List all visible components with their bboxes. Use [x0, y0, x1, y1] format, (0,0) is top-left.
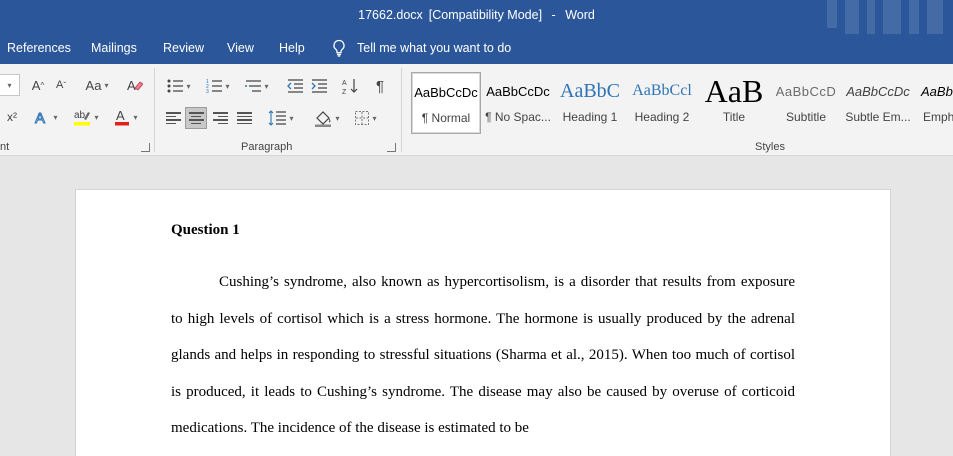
compatibility-mode-label: [Compatibility Mode]: [428, 8, 543, 22]
tab-mailings[interactable]: Mailings: [91, 41, 137, 55]
style-preview: AaB: [704, 72, 764, 109]
superscript-label: x²: [7, 110, 17, 124]
group-separator: [154, 68, 155, 152]
paragraph-group-label: Paragraph: [241, 141, 293, 153]
font-color-icon: A: [115, 108, 130, 126]
style-normal[interactable]: AaBbCcDc ¶ Normal: [411, 72, 481, 134]
group-separator: [401, 68, 402, 152]
align-right-icon: [212, 112, 228, 124]
style-emphasis[interactable]: AaBbCc Emph: [915, 72, 953, 134]
style-preview: AaBbCcD: [775, 83, 837, 99]
show-formatting-marks-icon[interactable]: ¶: [369, 75, 391, 97]
style-name: Subtle Em...: [845, 110, 911, 124]
svg-text:A: A: [116, 108, 125, 123]
title-separator: -: [551, 8, 556, 22]
tab-view[interactable]: View: [227, 41, 254, 55]
decrease-indent-button[interactable]: [284, 75, 306, 97]
question-heading: Question 1: [171, 222, 240, 238]
highlighter-icon: ab: [74, 110, 91, 126]
style-heading-1[interactable]: AaBbC Heading 1: [555, 72, 625, 134]
svg-text:A: A: [127, 78, 136, 93]
svg-text:Z: Z: [342, 89, 347, 95]
style-name: Heading 1: [562, 110, 618, 124]
justify-button[interactable]: [233, 107, 255, 129]
multilevel-list-icon: [245, 80, 262, 92]
sort-icon: AZ: [342, 79, 358, 95]
borders-icon: [355, 111, 370, 125]
paint-bucket-icon: [315, 111, 332, 127]
font-group-label: nt: [0, 141, 10, 153]
superscript-button[interactable]: x²: [3, 107, 21, 127]
line-spacing-button[interactable]: ▾: [264, 107, 298, 129]
tab-review[interactable]: Review: [163, 41, 204, 55]
style-preview: AaBbCcDc: [486, 83, 550, 99]
style-name: ¶ Normal: [421, 111, 471, 125]
svg-text:A: A: [342, 80, 347, 87]
style-preview: AaBbCcDc: [846, 83, 910, 99]
font-color-button[interactable]: A ▾: [109, 107, 143, 127]
center-align-icon: [188, 112, 204, 124]
align-left-icon: [165, 112, 181, 124]
style-subtle-emphasis[interactable]: AaBbCcDc Subtle Em...: [843, 72, 913, 134]
align-left-button[interactable]: [162, 107, 184, 129]
line-spacing-icon: [269, 110, 287, 126]
ribbon-tabs: References Mailings Review View Help Tel…: [0, 34, 953, 64]
styles-group-label: Styles: [755, 141, 785, 153]
tell-me-box[interactable]: Tell me what you want to do: [331, 39, 511, 57]
center-align-button[interactable]: [185, 107, 207, 129]
svg-text:3: 3: [206, 89, 209, 93]
paragraph-dialog-launcher[interactable]: [387, 143, 396, 152]
style-name: Subtitle: [785, 110, 827, 124]
style-heading-2[interactable]: AaBbCcl Heading 2: [627, 72, 697, 134]
style-preview: AaBbCcl: [632, 82, 692, 99]
svg-text:A: A: [35, 110, 45, 125]
shrink-font-icon[interactable]: Aˇ: [51, 75, 71, 95]
numbering-icon: 123: [206, 79, 223, 93]
numbering-button[interactable]: 1 2 3 ▾: [201, 75, 235, 97]
increase-indent-button[interactable]: [308, 75, 330, 97]
style-name: Emph: [923, 110, 953, 124]
decrease-indent-icon: [287, 79, 303, 93]
style-preview: AaBbC: [560, 79, 620, 102]
style-no-spacing[interactable]: AaBbCcDc ¶ No Spac...: [483, 72, 553, 134]
style-name: ¶ No Spac...: [485, 110, 551, 124]
multilevel-list-button[interactable]: ▾: [240, 75, 274, 97]
document-canvas: Question 1 Cushing’s syndrome, also know…: [0, 157, 953, 456]
style-title[interactable]: AaB Title: [699, 72, 769, 134]
app-name: Word: [565, 8, 595, 22]
sort-button[interactable]: AZ: [339, 75, 361, 97]
tab-help[interactable]: Help: [279, 41, 305, 55]
increase-indent-icon: [311, 79, 327, 93]
font-dialog-launcher[interactable]: [141, 143, 150, 152]
clear-formatting-icon[interactable]: A: [124, 75, 146, 95]
highlight-color-button[interactable]: ab ▾: [68, 107, 104, 127]
bullets-button[interactable]: ▾: [163, 75, 195, 97]
tab-references[interactable]: References: [7, 41, 71, 55]
change-case-label: Aa: [85, 77, 102, 93]
grow-font-icon[interactable]: A ^: [27, 75, 49, 95]
title-bar: 17662.docx [Compatibility Mode] - Word: [0, 0, 953, 34]
style-subtitle[interactable]: AaBbCcD Subtitle: [771, 72, 841, 134]
font-size-dropdown[interactable]: ▾: [0, 74, 20, 96]
body-paragraph: Cushing’s syndrome, also known as hyperc…: [171, 274, 795, 436]
text-effects-icon: A: [35, 110, 46, 126]
style-name: Heading 2: [634, 110, 690, 124]
align-right-button[interactable]: [209, 107, 231, 129]
ribbon: ▾ A ^ Aˇ Aa ▾ A x² A ▾ ab ▾ A ▾ nt ▾ 1 2 3 ▾ ▾ A…: [0, 64, 953, 156]
style-name: Title: [722, 110, 746, 124]
svg-text:ab: ab: [74, 110, 86, 121]
style-preview: AaBbCc: [921, 83, 953, 99]
style-preview: AaBbCcDc: [414, 84, 478, 100]
tell-me-label: Tell me what you want to do: [357, 41, 512, 55]
borders-button[interactable]: ▾: [349, 107, 383, 129]
window-title: 17662.docx [Compatibility Mode] - Word: [0, 8, 953, 22]
lightbulb-icon: [333, 39, 345, 57]
text-effects-button[interactable]: A ▾: [29, 107, 63, 127]
change-case-button[interactable]: Aa ▾: [79, 75, 115, 95]
shading-button[interactable]: ▾: [310, 107, 344, 129]
document-page[interactable]: Question 1 Cushing’s syndrome, also know…: [76, 190, 890, 456]
justify-icon: [236, 112, 252, 124]
document-filename: 17662.docx: [358, 8, 423, 22]
bullets-icon: [167, 79, 184, 93]
